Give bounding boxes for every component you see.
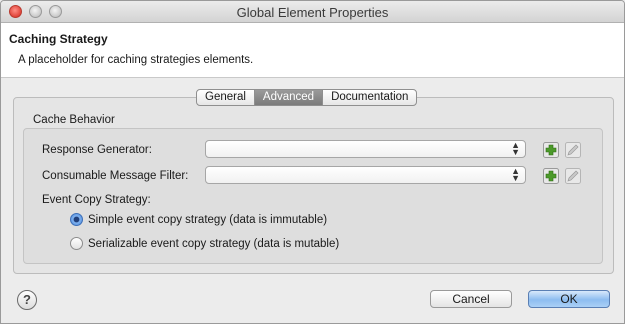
tab-general[interactable]: General xyxy=(197,90,255,105)
edit-icon[interactable] xyxy=(565,168,581,184)
header-title: Caching Strategy xyxy=(9,32,108,46)
edit-icon[interactable] xyxy=(565,142,581,158)
dialog-header: Caching Strategy A placeholder for cachi… xyxy=(1,23,624,78)
select-arrows-icon: ▲ ▼ xyxy=(511,166,520,183)
window-title: Global Element Properties xyxy=(236,5,389,20)
cache-behavior-group-label: Cache Behavior xyxy=(33,114,115,126)
radio-unselected-icon[interactable] xyxy=(70,237,83,250)
response-generator-label: Response Generator: xyxy=(42,144,152,156)
simple-copy-strategy-option[interactable]: Simple event copy strategy (data is immu… xyxy=(70,213,327,226)
serializable-copy-strategy-option[interactable]: Serializable event copy strategy (data i… xyxy=(70,237,339,250)
dialog-window: Global Element Properties Caching Strate… xyxy=(0,0,625,324)
event-copy-strategy-label: Event Copy Strategy: xyxy=(42,194,151,206)
title-bar: Global Element Properties xyxy=(1,1,624,23)
consumable-message-filter-label: Consumable Message Filter: xyxy=(42,170,189,182)
tab-advanced[interactable]: Advanced xyxy=(254,90,324,105)
add-icon[interactable] xyxy=(543,142,559,158)
select-arrows-icon: ▲ ▼ xyxy=(511,140,520,157)
response-generator-select[interactable]: ▲ ▼ xyxy=(205,140,526,158)
header-description: A placeholder for caching strategies ele… xyxy=(18,54,254,66)
radio-selected-icon[interactable] xyxy=(70,213,83,226)
simple-copy-strategy-label: Simple event copy strategy (data is immu… xyxy=(88,213,328,226)
consumable-message-filter-select[interactable]: ▲ ▼ xyxy=(205,166,526,184)
serializable-copy-strategy-label: Serializable event copy strategy (data i… xyxy=(88,237,340,250)
tab-bar: General Advanced Documentation xyxy=(196,89,418,106)
tab-documentation[interactable]: Documentation xyxy=(323,90,416,105)
help-icon[interactable]: ? xyxy=(17,290,37,310)
ok-button[interactable]: OK xyxy=(528,290,610,308)
add-icon[interactable] xyxy=(543,168,559,184)
cancel-button[interactable]: Cancel xyxy=(430,290,512,308)
